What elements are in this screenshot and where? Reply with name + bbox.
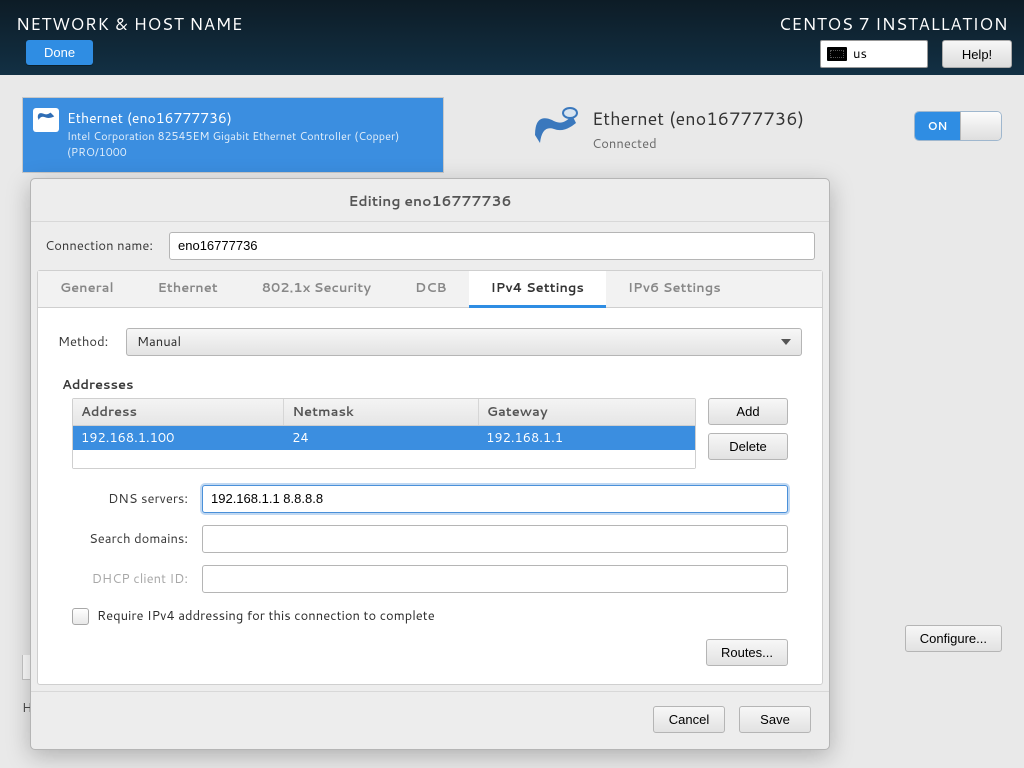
done-button[interactable]: Done [26,40,93,65]
require-ipv4-checkbox[interactable] [72,608,89,625]
tab-general[interactable]: General [38,271,136,307]
tab-ethernet[interactable]: Ethernet [136,271,240,307]
save-button[interactable]: Save [739,706,811,733]
tab-ipv4-body: Method: Manual Addresses Address Netmask [38,308,822,684]
dns-input[interactable] [202,485,788,513]
addresses-label: Addresses [62,376,808,394]
routes-button[interactable]: Routes... [706,639,788,666]
tab-8021x[interactable]: 802.1x Security [240,271,393,307]
search-domains-input[interactable] [202,525,788,553]
add-address-button[interactable]: Add [708,398,788,425]
tab-ipv6[interactable]: IPv6 Settings [606,271,743,307]
connection-name-label: Connection name: [45,237,157,255]
require-ipv4-label: Require IPv4 addressing for this connect… [97,607,435,625]
keyboard-icon [827,47,847,61]
help-button[interactable]: Help! [942,40,1012,68]
dialog-title: Editing eno16777736 [31,179,829,222]
col-header-netmask[interactable]: Netmask [284,399,478,425]
install-title: CENTOS 7 INSTALLATION [779,12,1008,36]
top-banner: NETWORK & HOST NAME Done CENTOS 7 INSTAL… [0,0,1024,75]
table-row[interactable]: 192.168.1.100 24 192.168.1.1 [73,426,695,450]
col-header-address[interactable]: Address [73,399,284,425]
col-header-gateway[interactable]: Gateway [479,399,695,425]
search-domains-label: Search domains: [72,530,188,548]
dialog-backdrop: Editing eno16777736 Connection name: Gen… [0,75,1024,768]
dhcp-client-id-label: DHCP client ID: [72,570,188,588]
dns-label: DNS servers: [72,490,188,508]
page-title: NETWORK & HOST NAME [16,12,243,36]
chevron-down-icon [781,339,791,345]
keyboard-layout-label: us [853,45,867,63]
tab-ipv4[interactable]: IPv4 Settings [469,271,606,308]
dialog-tabs: General Ethernet 802.1x Security DCB IPv… [38,271,822,308]
cell-address: 192.168.1.100 [73,426,284,450]
tab-dcb[interactable]: DCB [393,271,469,307]
dhcp-client-id-input[interactable] [202,565,788,593]
method-value: Manual [137,333,181,351]
cancel-button[interactable]: Cancel [653,706,725,733]
cell-gateway: 192.168.1.1 [478,426,695,450]
method-label: Method: [58,333,114,351]
edit-connection-dialog: Editing eno16777736 Connection name: Gen… [30,178,830,750]
cell-netmask: 24 [284,426,478,450]
addresses-table[interactable]: Address Netmask Gateway 192.168.1.100 24… [72,398,696,469]
delete-address-button[interactable]: Delete [708,433,788,460]
keyboard-layout-selector[interactable]: us [820,40,928,68]
table-empty-row[interactable] [73,450,695,468]
connection-name-input[interactable] [169,232,815,260]
method-select[interactable]: Manual [126,328,802,356]
